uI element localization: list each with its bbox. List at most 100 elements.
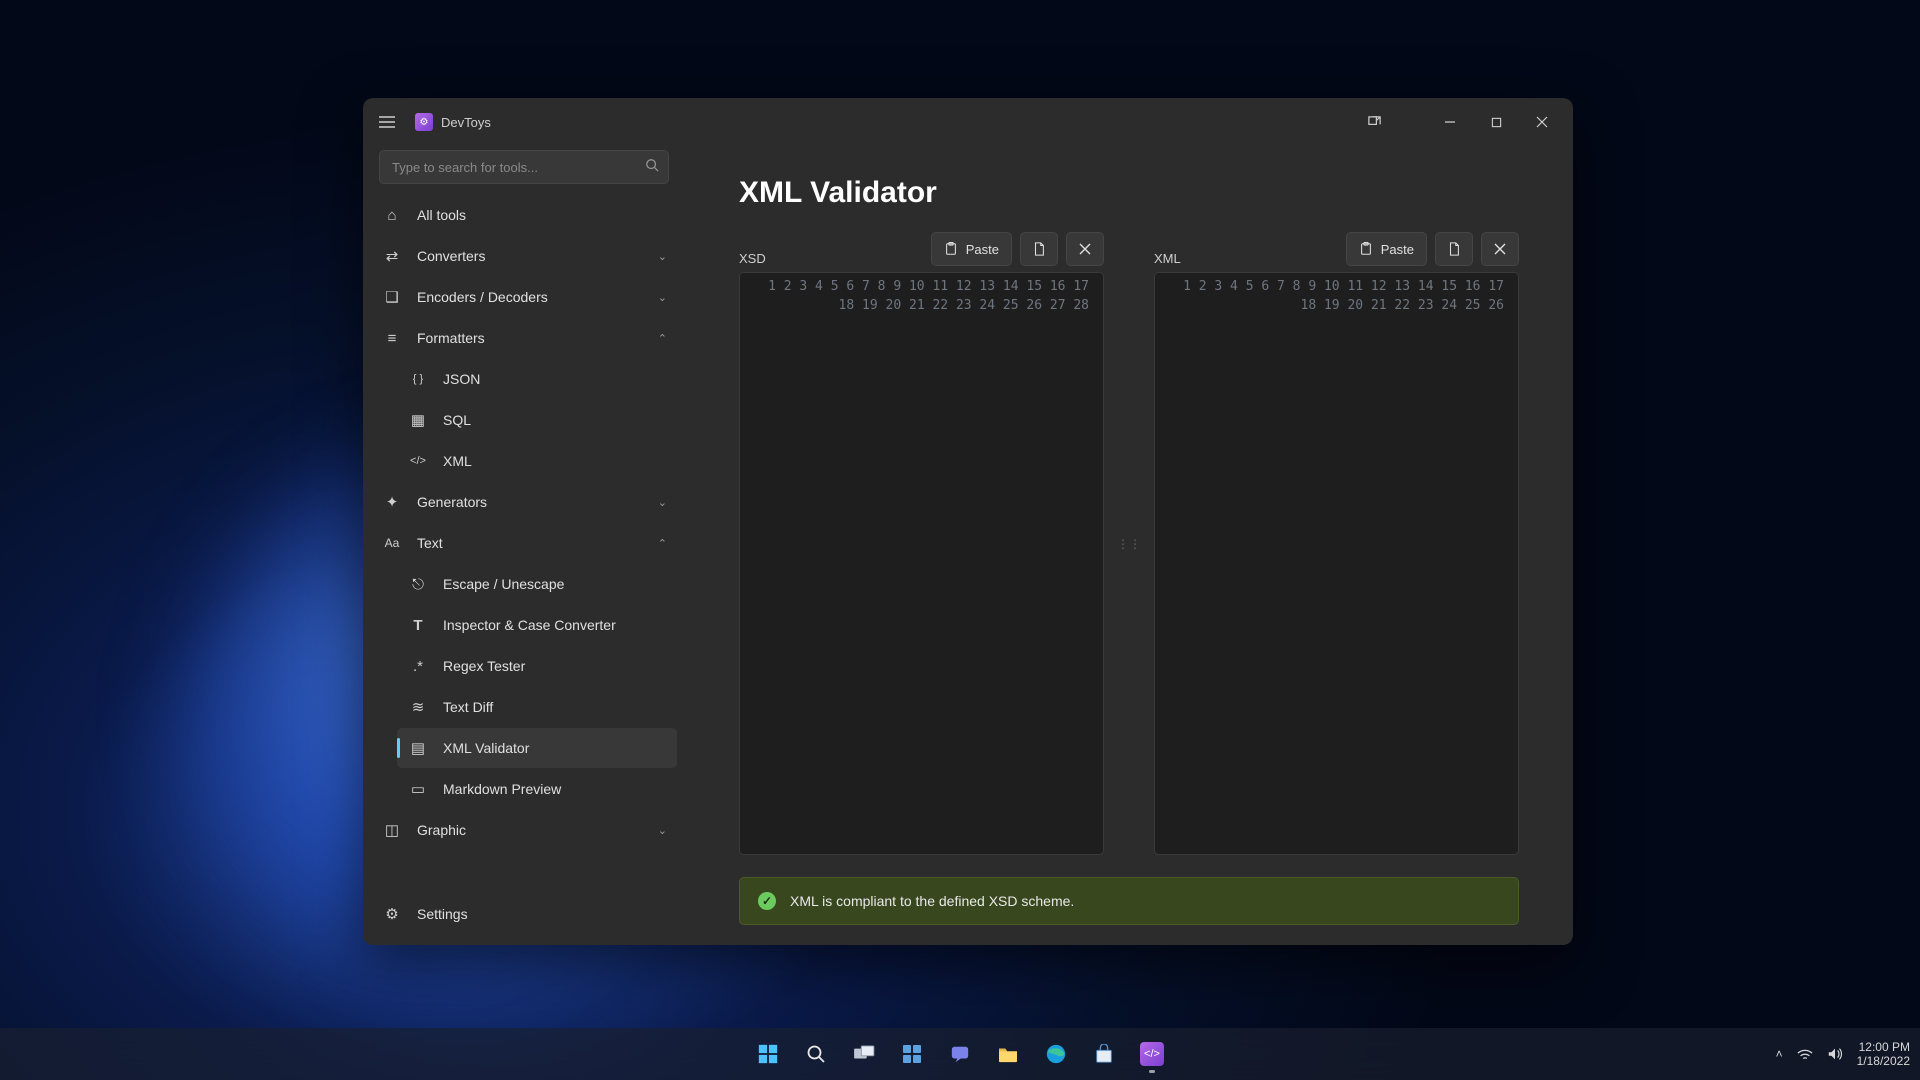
page-title: XML Validator — [739, 176, 1519, 210]
nav-xml[interactable]: </> XML — [397, 441, 677, 481]
xml-line-gutter: 1 2 3 4 5 6 7 8 9 10 11 12 13 14 15 16 1… — [1155, 273, 1512, 854]
chevron-down-icon: ⌄ — [658, 291, 667, 304]
taskbar-chat[interactable] — [939, 1033, 981, 1075]
markdown-icon: ▭ — [407, 780, 429, 798]
sidebar: ⌂ All tools ⇄ Converters ⌄ ❑ Encoders / … — [363, 146, 685, 945]
nav-xml-validator[interactable]: ▤ XML Validator — [397, 728, 677, 768]
taskbar-edge[interactable] — [1035, 1033, 1077, 1075]
taskbar-devtoys[interactable]: </> — [1131, 1033, 1173, 1075]
paste-icon — [1359, 242, 1373, 256]
search-field[interactable] — [379, 150, 669, 184]
xsd-code[interactable]: <?xml version="1.0" encoding="utf-8"? <x… — [1097, 273, 1103, 854]
nav-label: Inspector & Case Converter — [443, 617, 616, 633]
taskbar-search[interactable] — [795, 1033, 837, 1075]
nav-converters[interactable]: ⇄ Converters ⌄ — [371, 236, 677, 276]
pin-icon — [1367, 115, 1382, 130]
xsd-line-gutter: 1 2 3 4 5 6 7 8 9 10 11 12 13 14 15 16 1… — [740, 273, 1097, 854]
nav-label: XML — [443, 453, 472, 469]
nav-label: All tools — [417, 207, 466, 223]
hamburger-icon — [379, 116, 395, 128]
close-button[interactable] — [1519, 106, 1565, 138]
xml-paste-button[interactable]: Paste — [1346, 232, 1427, 266]
chevron-down-icon: ⌄ — [658, 496, 667, 509]
xsd-editor[interactable]: 1 2 3 4 5 6 7 8 9 10 11 12 13 14 15 16 1… — [739, 272, 1104, 855]
nav-settings[interactable]: ⚙ Settings — [371, 894, 677, 934]
xml-open-file-button[interactable] — [1435, 232, 1473, 266]
xml-icon: </> — [407, 455, 429, 467]
xml-clear-button[interactable] — [1481, 232, 1519, 266]
titlebar: ⚙ DevToys — [363, 98, 1573, 146]
nav-generators[interactable]: ✦ Generators ⌄ — [371, 482, 677, 522]
xsd-panel: XSD Paste — [739, 232, 1104, 855]
check-icon: ✓ — [758, 892, 776, 910]
nav-label: JSON — [443, 371, 480, 387]
maximize-button[interactable] — [1473, 106, 1519, 138]
start-button[interactable] — [747, 1033, 789, 1075]
chevron-down-icon: ⌄ — [658, 824, 667, 837]
chevron-up-icon: ⌃ — [658, 332, 667, 345]
nav-encoders[interactable]: ❑ Encoders / Decoders ⌄ — [371, 277, 677, 317]
json-icon: { } — [407, 373, 429, 385]
nav-list: ⌂ All tools ⇄ Converters ⌄ ❑ Encoders / … — [363, 194, 685, 889]
nav-label: Text Diff — [443, 699, 493, 715]
splitter[interactable]: ⋮⋮ — [1124, 232, 1134, 855]
app-icon: ⚙ — [415, 113, 433, 131]
app-window: ⚙ DevToys — [363, 98, 1573, 945]
nav-markdown[interactable]: ▭ Markdown Preview — [397, 769, 677, 809]
tray-volume-icon[interactable] — [1827, 1047, 1843, 1061]
tray-chevron-icon[interactable]: ˄ — [1776, 1047, 1783, 1061]
pin-button[interactable] — [1351, 106, 1397, 138]
taskbar-explorer[interactable] — [987, 1033, 1029, 1075]
nav-label: Markdown Preview — [443, 781, 561, 797]
system-tray[interactable]: ˄ 12:00 PM 1/18/2022 — [1776, 1040, 1910, 1068]
xml-panel: XML Paste — [1154, 232, 1519, 855]
tray-clock[interactable]: 12:00 PM 1/18/2022 — [1857, 1040, 1910, 1068]
search-icon — [645, 158, 659, 172]
nav-sql[interactable]: ▦ SQL — [397, 400, 677, 440]
taskbar-widgets[interactable] — [891, 1033, 933, 1075]
close-icon — [1536, 116, 1548, 128]
inspector-icon: T — [407, 617, 429, 634]
tray-network-icon[interactable] — [1797, 1047, 1813, 1061]
xsd-open-file-button[interactable] — [1020, 232, 1058, 266]
xsd-clear-button[interactable] — [1066, 232, 1104, 266]
regex-icon: .* — [407, 658, 429, 675]
devtoys-icon: </> — [1140, 1042, 1164, 1066]
graphic-icon: ◫ — [381, 821, 403, 839]
maximize-icon — [1491, 117, 1502, 128]
search-icon — [806, 1044, 826, 1064]
windows-icon — [757, 1043, 779, 1065]
folder-icon — [997, 1045, 1019, 1063]
xml-code[interactable]: <?xml version="1.0" encoding="utf-8"? <b… — [1512, 273, 1518, 854]
nav-label: Regex Tester — [443, 658, 525, 674]
edge-icon — [1045, 1043, 1067, 1065]
xsd-paste-button[interactable]: Paste — [931, 232, 1012, 266]
converters-icon: ⇄ — [381, 247, 403, 265]
taskbar-taskview[interactable] — [843, 1033, 885, 1075]
paste-label: Paste — [966, 242, 999, 257]
nav-escape[interactable]: ⎋ Escape / Unescape — [397, 564, 677, 604]
xml-editor[interactable]: 1 2 3 4 5 6 7 8 9 10 11 12 13 14 15 16 1… — [1154, 272, 1519, 855]
nav-inspector[interactable]: T Inspector & Case Converter — [397, 605, 677, 645]
nav-json[interactable]: { } JSON — [397, 359, 677, 399]
taskbar[interactable]: </> ˄ 12:00 PM 1/18/2022 — [0, 1028, 1920, 1080]
nav-label: Generators — [417, 494, 487, 510]
xml-validator-icon: ▤ — [407, 739, 429, 757]
taskbar-store[interactable] — [1083, 1033, 1125, 1075]
nav-all-tools[interactable]: ⌂ All tools — [371, 195, 677, 235]
nav-formatters[interactable]: ≡ Formatters ⌃ — [371, 318, 677, 358]
close-icon — [1494, 243, 1506, 255]
close-icon — [1079, 243, 1091, 255]
hamburger-button[interactable] — [371, 106, 403, 138]
nav-regex[interactable]: .* Regex Tester — [397, 646, 677, 686]
formatters-icon: ≡ — [381, 330, 403, 347]
nav-text[interactable]: Aa Text ⌃ — [371, 523, 677, 563]
text-icon: Aa — [381, 536, 403, 550]
nav-label: Formatters — [417, 330, 485, 346]
nav-diff[interactable]: ≋ Text Diff — [397, 687, 677, 727]
nav-graphic[interactable]: ◫ Graphic ⌄ — [371, 810, 677, 850]
nav-label: Encoders / Decoders — [417, 289, 548, 305]
minimize-button[interactable] — [1427, 106, 1473, 138]
main-content: XML Validator XSD Paste — [685, 146, 1573, 945]
search-input[interactable] — [379, 150, 669, 184]
